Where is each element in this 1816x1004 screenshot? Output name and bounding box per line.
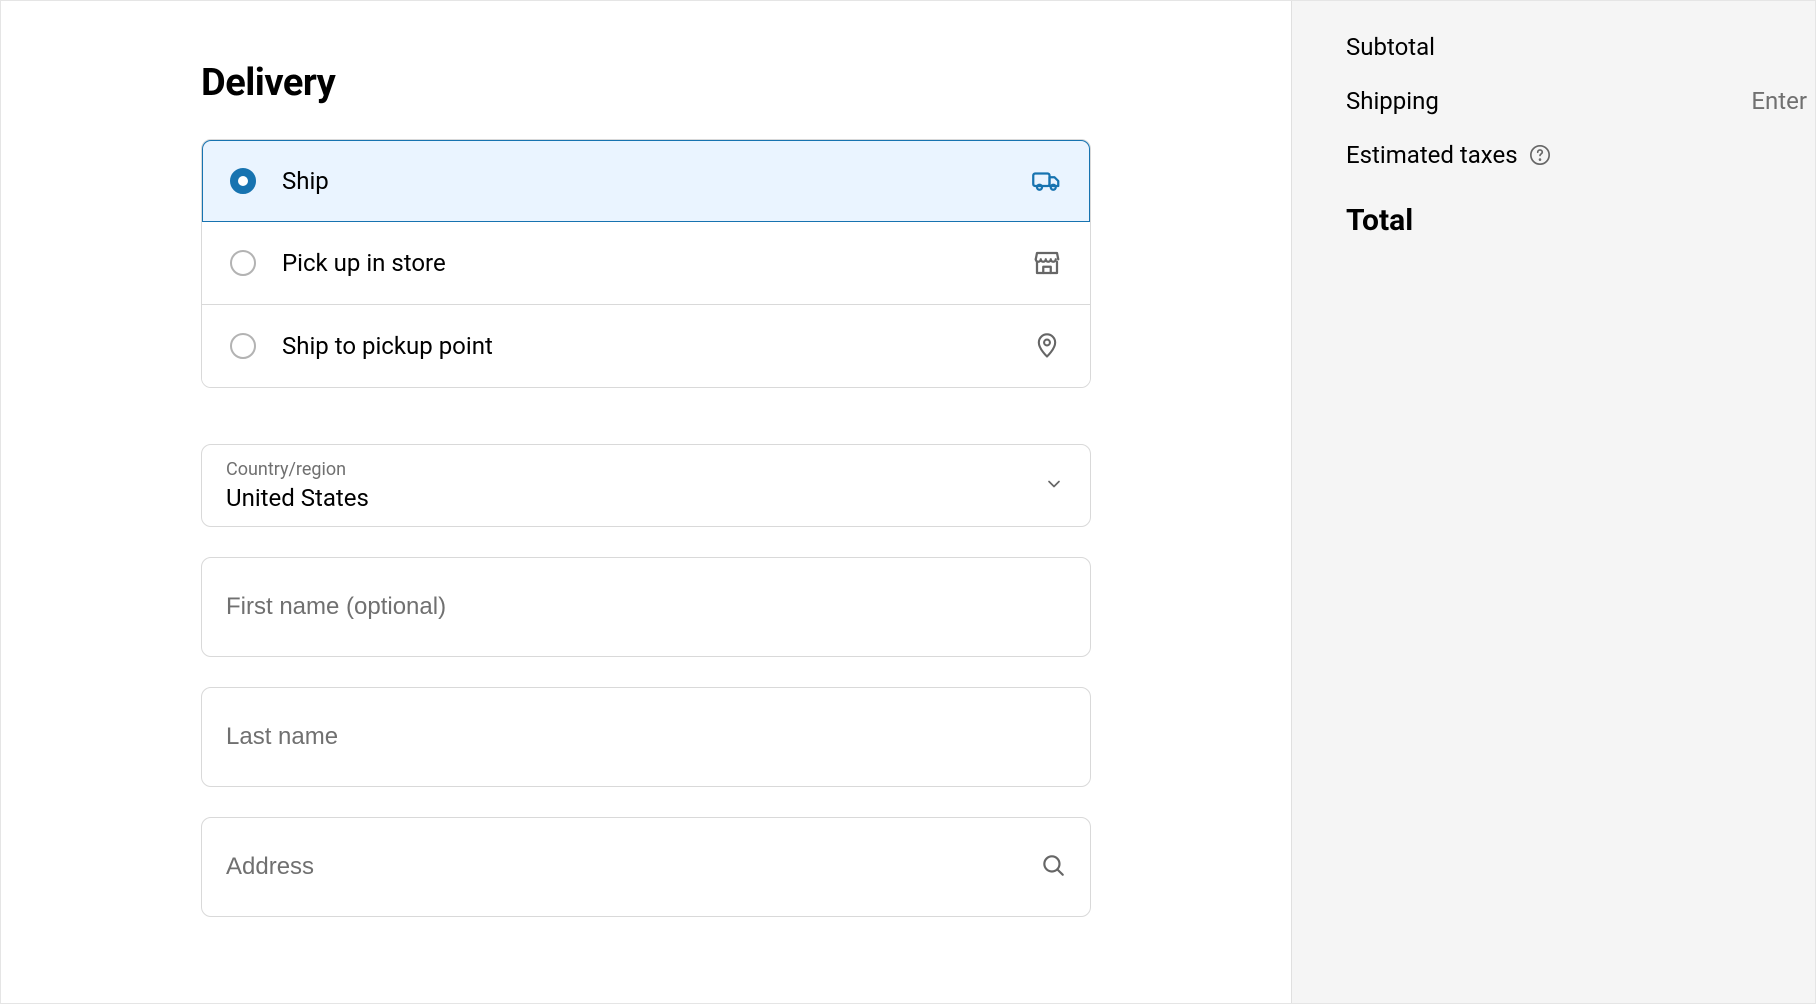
country-value: United States [226, 484, 1066, 512]
address-field-wrapper [201, 817, 1091, 917]
country-label: Country/region [226, 459, 1066, 480]
summary-subtotal-row: Subtotal [1346, 33, 1807, 61]
delivery-heading: Delivery [201, 61, 1091, 105]
shipping-value: Enter [1751, 87, 1807, 115]
last-name-input[interactable] [226, 723, 1066, 751]
taxes-label: Estimated taxes [1346, 141, 1518, 169]
subtotal-label: Subtotal [1346, 33, 1435, 61]
summary-shipping-row: Shipping Enter [1346, 87, 1807, 115]
search-icon [1040, 852, 1066, 882]
delivery-option-pickup-store[interactable]: Pick up in store [202, 222, 1090, 305]
delivery-option-label: Pick up in store [282, 249, 1032, 277]
truck-icon [1032, 166, 1062, 196]
first-name-field-wrapper [201, 557, 1091, 657]
location-pin-icon [1032, 331, 1062, 361]
summary-taxes-row: Estimated taxes [1346, 141, 1807, 169]
country-select[interactable]: Country/region United States [201, 444, 1091, 527]
help-icon[interactable] [1528, 143, 1552, 167]
store-icon [1032, 248, 1062, 278]
total-label: Total [1346, 203, 1413, 238]
radio-unselected-icon [230, 250, 256, 276]
checkout-main: Delivery Ship Pick up in store [1, 1, 1291, 1003]
first-name-input[interactable] [226, 593, 1066, 621]
chevron-down-icon [1044, 474, 1064, 498]
delivery-option-pickup-point[interactable]: Ship to pickup point [202, 305, 1090, 387]
last-name-field-wrapper [201, 687, 1091, 787]
taxes-label-wrapper: Estimated taxes [1346, 141, 1552, 169]
delivery-option-label: Ship [282, 167, 1032, 195]
order-summary-sidebar: Subtotal Shipping Enter Estimated taxes … [1291, 1, 1815, 1003]
radio-unselected-icon [230, 333, 256, 359]
delivery-option-label: Ship to pickup point [282, 332, 1032, 360]
address-input[interactable] [226, 853, 1028, 881]
shipping-label: Shipping [1346, 87, 1439, 115]
delivery-option-ship[interactable]: Ship [201, 139, 1091, 223]
summary-total-row: Total [1346, 195, 1807, 238]
radio-selected-icon [230, 168, 256, 194]
delivery-method-group: Ship Pick up in store [201, 139, 1091, 388]
